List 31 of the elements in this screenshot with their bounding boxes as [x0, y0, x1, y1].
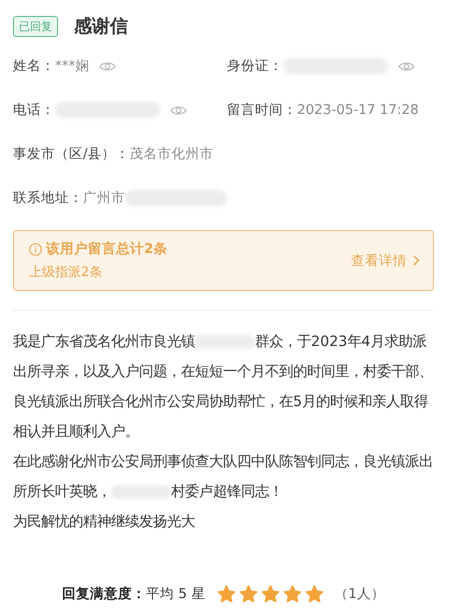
- letter-title: 感谢信: [74, 15, 128, 38]
- value-text: ***娴: [55, 57, 90, 75]
- field-label: 联系地址：: [13, 189, 83, 207]
- eye-icon[interactable]: [398, 60, 415, 72]
- star-icon: [305, 585, 324, 603]
- rating-average: 平均 5 星: [146, 585, 206, 603]
- field-label: 身份证：: [227, 57, 283, 75]
- value-text: 茂名市化州市: [130, 145, 214, 163]
- eye-icon[interactable]: [99, 60, 116, 72]
- field-label: 电话：: [13, 101, 55, 119]
- rating-count: （1人）: [334, 585, 385, 603]
- info-icon: [29, 242, 42, 256]
- star-icon: [217, 585, 236, 603]
- notice-title: 该用户留言总计2条: [46, 240, 168, 258]
- status-tag: 已回复: [13, 16, 58, 36]
- star-icon: [239, 585, 258, 603]
- view-details-link[interactable]: 查看详情: [351, 252, 407, 270]
- notice-subtitle: 上级指派2条: [29, 264, 104, 281]
- field-label: 姓名：: [13, 57, 55, 75]
- star-icon: [261, 585, 280, 603]
- rating-label: 回复满意度：: [62, 585, 146, 603]
- value-text: 广州市: [83, 189, 125, 207]
- letter-paragraph: 在此感谢化州市公安局刑事侦查大队四中队陈智钊同志，良光镇派出所所长叶英晓， 村委卢超锋同志！: [13, 452, 434, 502]
- star-icon: [283, 585, 302, 603]
- letter-paragraph: 为民解忧的精神继续发扬光大: [13, 513, 196, 532]
- eye-icon[interactable]: [170, 104, 187, 116]
- letter-paragraph: 我是广东省茂名化州市良光镇 群众，于2023年4月求助派出所寻亲，以及入户问题，在短短一个月不到的时间里，村委干部、良光镇派出所联合化州市公安局协助帮忙，在5月的时候和亲人取得相认并且顺利入户。: [13, 332, 434, 442]
- field-label: 留言时间：: [227, 101, 297, 119]
- value-text: 2023-05-17 17:28: [297, 102, 419, 118]
- field-label: 事发市（区/县）：: [13, 145, 130, 163]
- chevron-icon[interactable]: [413, 255, 420, 266]
